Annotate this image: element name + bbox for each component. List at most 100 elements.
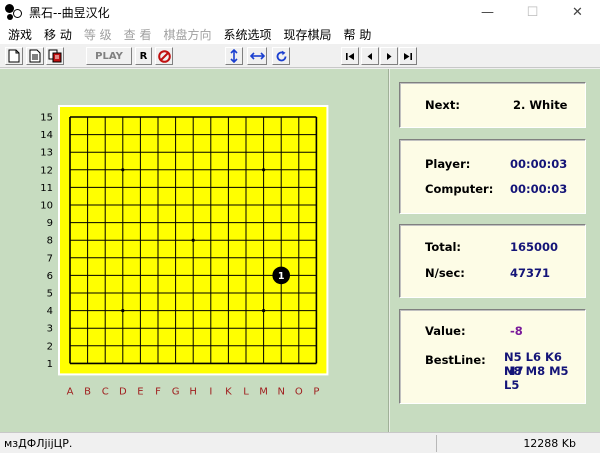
row-label: 2 <box>47 341 53 352</box>
column-label: E <box>137 386 143 397</box>
menu-view[interactable]: 查 看 <box>120 26 156 43</box>
new-document-icon <box>8 49 20 63</box>
no-entry-icon <box>157 49 171 63</box>
row-label: 5 <box>47 289 53 300</box>
rotate-board-button[interactable] <box>272 47 290 65</box>
nsec-label: N/sec: <box>425 266 465 280</box>
next-move-button[interactable] <box>380 47 398 65</box>
resign-button[interactable] <box>155 47 173 65</box>
previous-move-button[interactable] <box>361 47 379 65</box>
status-bar: мзДФЛjijЦР. 12288 Kb <box>0 432 600 453</box>
app-go-stones-icon <box>5 3 23 21</box>
total-label: Total: <box>425 240 462 254</box>
star-point <box>121 168 125 172</box>
maximize-button: ☐ <box>510 0 555 24</box>
save-game-button[interactable] <box>46 47 64 65</box>
star-point <box>262 168 266 172</box>
value-value: -8 <box>510 324 523 338</box>
menu-bar: 游戏 移 动 等 级 查 看 棋盘方向 系统选项 现存棋局 帮 助 <box>0 24 600 44</box>
main-area: 15 14 13 12 11 10 9 8 7 6 5 4 3 2 1 A B C D E F G H I K L M N O P 1 Ne… <box>0 69 600 432</box>
bestline-label: BestLine: <box>425 353 486 367</box>
close-icon: ✕ <box>572 4 583 20</box>
close-button[interactable]: ✕ <box>555 0 600 24</box>
row-label: 13 <box>40 148 53 159</box>
previous-icon <box>367 52 372 60</box>
player-label: Player: <box>425 157 471 171</box>
menu-system-options[interactable]: 系统选项 <box>220 26 276 43</box>
status-message: мзДФЛjijЦР. <box>4 437 73 450</box>
window-title: 黑石--曲昱汉化 <box>29 5 110 20</box>
time-panel: Player: 00:00:03 Computer: 00:00:03 <box>399 139 586 214</box>
row-label: 15 <box>40 113 53 124</box>
row-label: 11 <box>40 183 53 194</box>
skip-first-icon <box>346 52 354 60</box>
row-label: 7 <box>47 253 53 264</box>
pane-divider[interactable] <box>388 69 390 432</box>
play-button[interactable]: PLAY <box>86 47 132 65</box>
row-label: 12 <box>40 165 53 176</box>
next-label: Next: <box>425 98 460 112</box>
nsec-value: 47371 <box>510 266 551 280</box>
stone-move-number: 1 <box>278 271 285 282</box>
menu-help[interactable]: 帮 助 <box>340 26 376 43</box>
row-label: 3 <box>47 324 53 335</box>
title-bar: 黑石--曲昱汉化 — ☐ ✕ <box>0 0 600 24</box>
total-value: 165000 <box>510 240 559 254</box>
next-icon <box>387 52 392 60</box>
bestline-line-2: N8 M8 M5 <box>504 364 569 378</box>
go-board[interactable]: 15 14 13 12 11 10 9 8 7 6 5 4 3 2 1 A B C D E F G H I K L M N O P 1 <box>0 69 388 432</box>
column-label: D <box>119 386 127 397</box>
play-button-label: PLAY <box>95 50 123 62</box>
star-point <box>262 309 266 313</box>
column-label: F <box>155 386 161 397</box>
menu-saved-games[interactable]: 现存棋局 <box>280 26 336 43</box>
value-label: Value: <box>425 324 466 338</box>
star-point <box>191 238 195 242</box>
column-label: M <box>259 386 268 397</box>
column-label: O <box>295 386 303 397</box>
row-label: 10 <box>40 201 53 212</box>
column-label: N <box>277 386 284 397</box>
row-label: 9 <box>47 218 53 229</box>
r-button-label: R <box>139 50 148 62</box>
menu-board-orientation[interactable]: 棋盘方向 <box>160 26 216 43</box>
column-label: L <box>243 386 249 397</box>
column-label: B <box>84 386 91 397</box>
column-label: H <box>189 386 197 397</box>
bestline-line-3: L5 <box>504 378 520 392</box>
row-label: 1 <box>47 359 53 370</box>
first-move-button[interactable] <box>341 47 359 65</box>
menu-move[interactable]: 移 动 <box>40 26 76 43</box>
column-label: G <box>172 386 180 397</box>
flip-horizontal-button[interactable] <box>247 47 267 65</box>
new-game-button[interactable] <box>5 47 23 65</box>
column-label: K <box>225 386 232 397</box>
rotate-icon <box>276 50 286 61</box>
column-label: A <box>67 386 74 397</box>
menu-level[interactable]: 等 级 <box>80 26 116 43</box>
open-game-button[interactable] <box>26 47 44 65</box>
computer-time: 00:00:03 <box>510 182 568 196</box>
column-label: I <box>209 386 212 397</box>
row-label: 8 <box>47 236 53 247</box>
flip-vertical-button[interactable] <box>225 47 243 65</box>
row-label: 4 <box>47 306 53 317</box>
skip-last-icon <box>404 52 412 60</box>
toolbar: PLAY R <box>0 44 600 68</box>
next-panel: Next: 2. White <box>399 82 586 128</box>
maximize-icon: ☐ <box>526 4 539 20</box>
search-stats-panel: Total: 165000 N/sec: 47371 <box>399 224 586 298</box>
evaluation-panel: Value: -8 BestLine: N5 L6 K6 M7 N8 M8 M5… <box>399 309 586 404</box>
horizontal-arrows-icon <box>249 52 265 60</box>
last-move-button[interactable] <box>399 47 417 65</box>
vertical-arrows-icon <box>230 49 238 63</box>
open-document-icon <box>29 49 41 63</box>
row-label: 6 <box>47 271 53 282</box>
player-time: 00:00:03 <box>510 157 568 171</box>
copy-documents-icon <box>48 49 62 63</box>
menu-game[interactable]: 游戏 <box>4 26 36 43</box>
r-button[interactable]: R <box>135 47 152 65</box>
computer-label: Computer: <box>425 182 494 196</box>
minimize-button[interactable]: — <box>465 0 510 24</box>
minimize-icon: — <box>481 4 494 20</box>
